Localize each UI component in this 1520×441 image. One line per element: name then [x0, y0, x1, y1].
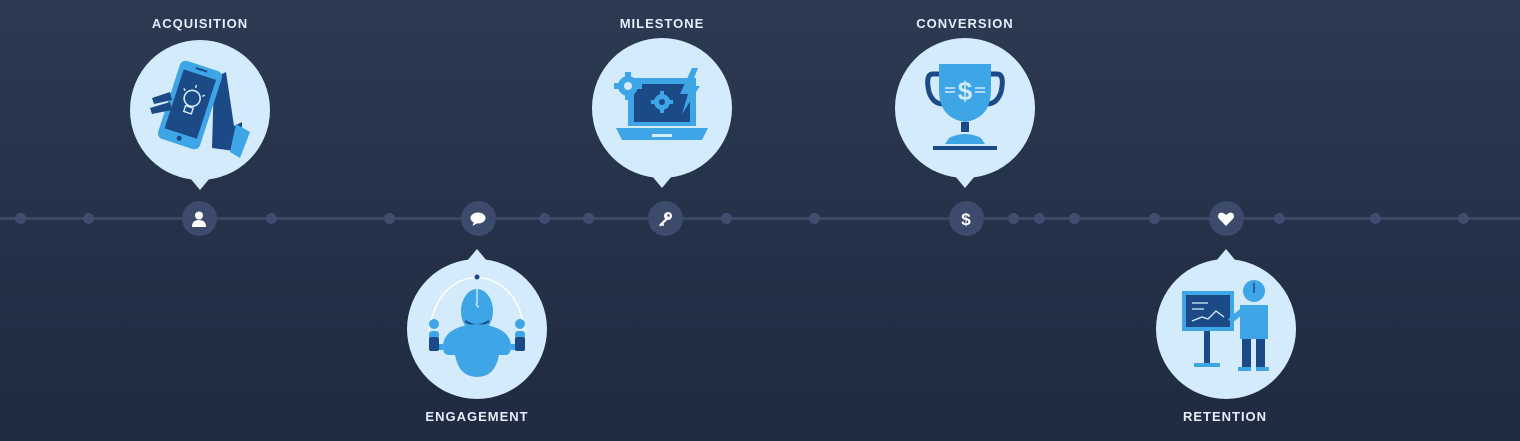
timeline-dot — [1007, 213, 1019, 224]
key-icon — [659, 211, 672, 227]
stage-label-conversion: CONVERSION — [916, 16, 1014, 31]
stage-label-engagement: ENGAGEMENT — [425, 409, 529, 424]
stage-label-milestone: MILESTONE — [619, 16, 705, 31]
timeline-dot — [1457, 213, 1469, 224]
timeline-dot — [82, 213, 94, 224]
timeline-dot — [808, 213, 820, 224]
stage-bubble-milestone[interactable] — [592, 38, 732, 188]
timeline-dot — [582, 213, 594, 224]
stage-label-retention: RETENTION — [1182, 409, 1268, 424]
user-marker[interactable] — [181, 201, 217, 236]
timeline-line — [0, 217, 1520, 220]
timeline-dot — [1033, 213, 1045, 224]
key-marker[interactable] — [647, 201, 683, 236]
heart-icon — [1217, 212, 1235, 226]
stage-bubble-acquisition[interactable] — [130, 40, 270, 190]
timeline-dot — [1148, 213, 1160, 224]
speech-bubble-icon — [470, 212, 486, 226]
person-juggling-icon — [428, 274, 526, 377]
stage-label-acquisition: ACQUISITION — [151, 16, 249, 31]
dollar-icon: $ — [961, 210, 971, 229]
timeline-dot — [14, 213, 26, 224]
stage-bubble-conversion[interactable]: $ — [895, 38, 1035, 188]
timeline-dot — [383, 213, 395, 224]
timeline-dot — [1369, 213, 1381, 224]
person-presenting-chart-icon — [1182, 280, 1269, 371]
timeline-dot — [538, 213, 550, 224]
timeline-dot — [1273, 213, 1285, 224]
stage-bubble-engagement[interactable] — [407, 249, 547, 399]
user-icon — [192, 211, 206, 227]
dollar-marker[interactable]: $ — [948, 201, 984, 236]
timeline-dot — [265, 213, 277, 224]
stage-bubble-retention[interactable] — [1156, 249, 1296, 399]
phone-hand-lightbulb-icon — [150, 60, 250, 158]
svg-text:$: $ — [961, 210, 971, 229]
svg-text:$: $ — [958, 76, 973, 106]
speech-bubble-marker[interactable] — [460, 201, 496, 236]
timeline-dot — [1068, 213, 1080, 224]
timeline-dot — [720, 213, 732, 224]
laptop-gears-icon — [614, 68, 708, 140]
heart-marker[interactable] — [1208, 201, 1244, 236]
trophy-dollar-icon: $ — [925, 64, 1005, 150]
